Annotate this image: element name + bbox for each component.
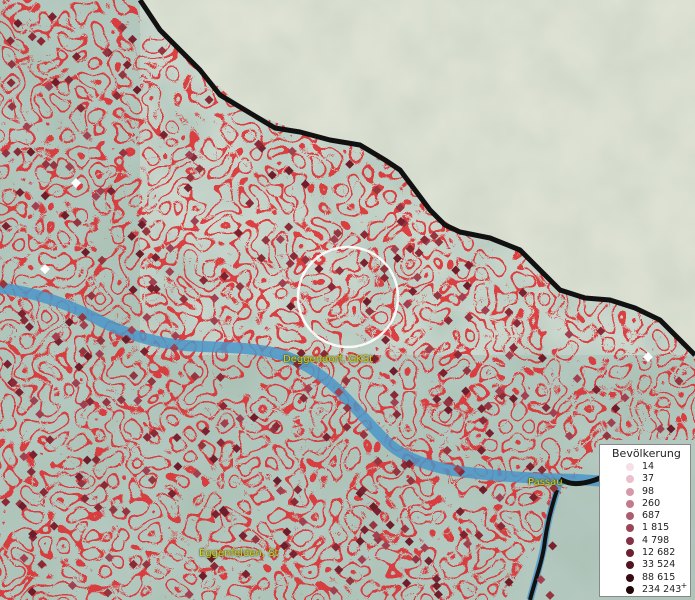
city-label-deggendorf[interactable]: Deggendorf, GKSt (283, 354, 373, 365)
legend-plus-suffix: + (680, 580, 688, 590)
legend-swatch (626, 585, 634, 594)
legend-swatch (626, 561, 634, 570)
legend-row: 37 (600, 473, 690, 485)
legend-label: 260 (642, 497, 661, 509)
legend-row: 33 524 (600, 559, 690, 571)
legend-swatch (626, 463, 634, 471)
legend-label: 1 815 (642, 522, 670, 534)
map-canvas[interactable] (0, 0, 695, 600)
legend-swatch (626, 536, 634, 545)
legend-swatch (626, 475, 634, 484)
legend-swatch (626, 573, 634, 582)
legend-row: 88 615 (600, 572, 690, 584)
legend-label: 4 798 (642, 534, 670, 546)
city-label-eggenfelden[interactable]: Eggenfelden, St (199, 548, 278, 559)
legend-swatch (626, 524, 634, 533)
legend-label: 12 682 (642, 547, 676, 559)
legend-label: 88 615 (642, 571, 676, 583)
legend-row: 1 815 (600, 522, 690, 534)
legend-swatch (626, 549, 634, 558)
legend-swatch (626, 499, 634, 508)
legend-row: 14 (600, 461, 690, 473)
legend-row: 234 243 + (600, 580, 690, 596)
city-label-passau[interactable]: Passau (528, 477, 563, 488)
legend-row: 98 (600, 486, 690, 498)
legend-swatch (626, 487, 634, 496)
legend-row: 687 (600, 510, 690, 522)
population-legend: Bevölkerung 14 37 98 260 687 1 815 4 798 12 682… (599, 444, 691, 597)
legend-label: 234 243 + (642, 580, 688, 595)
legend-swatch (626, 512, 634, 521)
legend-label: 14 (642, 461, 655, 472)
legend-label: 37 (642, 473, 655, 485)
legend-row: 12 682 (600, 547, 690, 559)
legend-label: 687 (642, 510, 661, 522)
legend-title: Bevölkerung (612, 447, 681, 460)
legend-row: 260 (600, 498, 690, 510)
legend-row: 4 798 (600, 535, 690, 547)
legend-label: 98 (642, 485, 655, 497)
legend-label: 33 524 (642, 559, 676, 571)
